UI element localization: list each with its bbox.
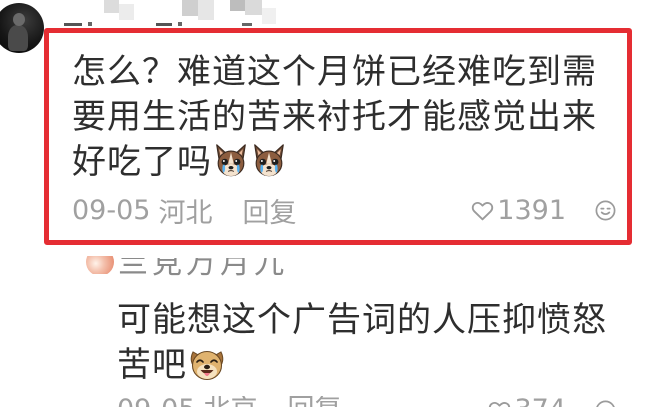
like-button[interactable]: 1391 xyxy=(470,195,566,226)
mosaic-tile xyxy=(262,8,276,24)
comment-meta: 09-05 河北 回复 1391 xyxy=(72,191,617,230)
mosaic-tile xyxy=(178,22,182,26)
comment-date: 09-05 xyxy=(72,194,151,226)
user-avatar[interactable] xyxy=(86,256,114,274)
comment-thread: 怎么？难道这个月饼已经难吃到需 要用生活的苦来衬托才能感觉出来 好吃了吗 09-… xyxy=(0,0,650,407)
heart-outline-icon xyxy=(489,401,511,407)
crying-dog-emoji-icon xyxy=(216,143,246,176)
comment-line: 怎么？难道这个月饼已经难吃到需 xyxy=(72,52,597,92)
comment-date: 09-05 xyxy=(117,396,195,407)
mosaic-tile xyxy=(242,23,252,26)
comment-meta-right: 374 xyxy=(487,396,617,407)
comment-line: 可能想这个广告词的人压抑愤怒 xyxy=(117,300,607,340)
comment-line: 苦吧 xyxy=(117,343,607,388)
mosaic-tile xyxy=(245,0,262,15)
smiley-face-icon xyxy=(595,200,616,220)
mosaic-tile xyxy=(156,23,172,26)
mosaic-tile xyxy=(119,4,134,20)
crying-dog-emoji-icon xyxy=(254,143,284,176)
reply-button[interactable]: 回复 xyxy=(242,191,296,230)
comment-body: 可能想这个广告词的人压抑愤怒 苦吧 xyxy=(117,298,607,388)
username-wrapper[interactable]: 亖見万月九 xyxy=(118,258,318,284)
like-count: 1391 xyxy=(497,194,566,226)
heart-outline-icon xyxy=(472,201,494,220)
mosaic-tile xyxy=(182,0,198,16)
comment-line-text: 好吃了吗 xyxy=(72,142,212,182)
laughing-dog-emoji-icon xyxy=(190,350,224,380)
mosaic-tile xyxy=(88,22,92,26)
mosaic-tile xyxy=(198,0,214,20)
comment-body: 怎么？难道这个月饼已经难吃到需 要用生活的苦来衬托才能感觉出来 好吃了吗 xyxy=(72,50,597,185)
comment-meta-right: 1391 xyxy=(470,195,617,226)
comment-meta: 09-05 北京 回复 374 xyxy=(117,396,617,407)
react-button[interactable] xyxy=(594,199,617,222)
reply-button[interactable]: 回复 xyxy=(287,396,341,407)
avatar-image xyxy=(86,256,114,274)
comment-location: 北京 xyxy=(203,396,257,407)
comment-meta-left: 09-05 河北 回复 xyxy=(72,191,296,230)
comment-meta-left: 09-05 北京 回复 xyxy=(117,396,341,407)
comment-line: 要用生活的苦来衬托才能感觉出来 xyxy=(72,97,597,137)
comment-meta-clip: 09-05 北京 回复 374 xyxy=(117,396,617,407)
smiley-face-icon xyxy=(595,400,616,407)
like-count: 374 xyxy=(514,396,566,407)
comment-line-text: 苦吧 xyxy=(117,345,187,385)
like-button[interactable]: 374 xyxy=(487,396,566,407)
comment-location: 河北 xyxy=(158,197,213,229)
username[interactable]: 亖見万月九 xyxy=(118,258,288,282)
mosaic-tile xyxy=(64,23,82,26)
react-button[interactable] xyxy=(594,399,617,407)
mosaic-tile xyxy=(230,0,245,11)
mosaic-tile xyxy=(104,0,119,13)
comment-line: 好吃了吗 xyxy=(72,140,597,185)
